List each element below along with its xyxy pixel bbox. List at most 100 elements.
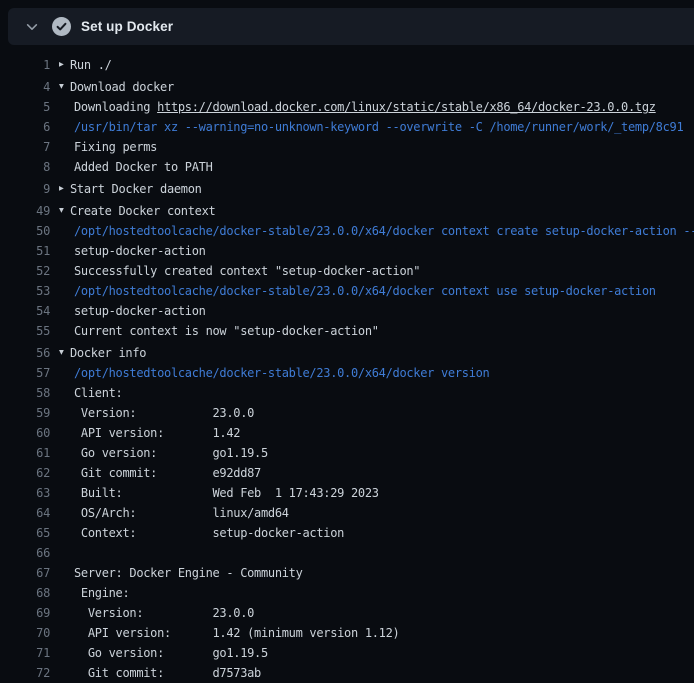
line-number[interactable]: 60 [0, 426, 50, 440]
line-content: setup-docker-action [59, 244, 206, 258]
line-content: Context: setup-docker-action [59, 526, 344, 540]
line-number[interactable]: 66 [0, 546, 50, 560]
line-number[interactable]: 62 [0, 466, 50, 480]
collapse-step-button[interactable] [21, 16, 43, 38]
line-number[interactable]: 55 [0, 324, 50, 338]
line-number[interactable]: 70 [0, 626, 50, 640]
line-number[interactable]: 56 [0, 346, 50, 360]
log-line: 64 OS/Arch: linux/amd64 [0, 503, 694, 523]
line-number[interactable]: 5 [0, 100, 50, 114]
line-number[interactable]: 6 [0, 120, 50, 134]
group-title: Run ./ [70, 58, 112, 72]
line-number[interactable]: 64 [0, 506, 50, 520]
log-text: Go version: go1.19.5 [74, 646, 268, 660]
line-number[interactable]: 72 [0, 666, 50, 680]
line-number[interactable]: 65 [0, 526, 50, 540]
command-text: /opt/hostedtoolcache/docker-stable/23.0.… [74, 224, 694, 238]
log-line: 53/opt/hostedtoolcache/docker-stable/23.… [0, 281, 694, 301]
line-number[interactable]: 53 [0, 284, 50, 298]
log-text: Fixing perms [74, 140, 157, 154]
log-group-row[interactable]: 1 ▶Run ./ [0, 55, 694, 75]
log-line: 55 Current context is now "setup-docker-a… [0, 321, 694, 341]
line-content: API version: 1.42 [59, 426, 240, 440]
line-content: ▶Run ./ [59, 55, 112, 75]
chevron-expanded-icon[interactable]: ▼ [59, 77, 70, 97]
log-group-row[interactable]: 56 ▼Docker info [0, 343, 694, 363]
line-number[interactable]: 67 [0, 566, 50, 580]
log-text: Version: 23.0.0 [74, 606, 254, 620]
log-link[interactable]: https://download.docker.com/linux/static… [157, 100, 656, 114]
line-content: Built: Wed Feb 1 17:43:29 2023 [59, 486, 379, 500]
log-line: 72 Git commit: d7573ab [0, 663, 694, 683]
line-number[interactable]: 1 [0, 58, 50, 72]
log-line: 70 API version: 1.42 (minimum version 1.… [0, 623, 694, 643]
line-content: ▶Start Docker daemon [59, 179, 202, 199]
line-number[interactable]: 7 [0, 140, 50, 154]
log-group-row[interactable]: 49 ▼Create Docker context [0, 201, 694, 221]
log-console: 1▶Run ./4▼Download docker5Downloading ht… [0, 53, 694, 683]
line-number[interactable]: 69 [0, 606, 50, 620]
line-content: Current context is now "setup-docker-act… [59, 324, 379, 338]
line-number[interactable]: 9 [0, 182, 50, 196]
log-text: setup-docker-action [74, 304, 206, 318]
line-number[interactable]: 54 [0, 304, 50, 318]
line-number[interactable]: 4 [0, 80, 50, 94]
chevron-collapsed-icon[interactable]: ▶ [59, 179, 70, 199]
log-line: 57/opt/hostedtoolcache/docker-stable/23.… [0, 363, 694, 383]
log-text: Client: [74, 386, 122, 400]
line-number[interactable]: 71 [0, 646, 50, 660]
log-line: 58 Client: [0, 383, 694, 403]
line-content: ▼Docker info [59, 343, 146, 363]
line-content: ▼Create Docker context [59, 201, 215, 221]
log-text: Context: setup-docker-action [74, 526, 344, 540]
log-text: Git commit: e92dd87 [74, 466, 261, 480]
line-number[interactable]: 59 [0, 406, 50, 420]
log-text: API version: 1.42 (minimum version 1.12) [74, 626, 399, 640]
log-line: 63 Built: Wed Feb 1 17:43:29 2023 [0, 483, 694, 503]
log-text: OS/Arch: linux/amd64 [74, 506, 289, 520]
line-content: /usr/bin/tar xz --warning=no-unknown-key… [59, 120, 683, 134]
step-header[interactable]: Set up Docker [8, 8, 694, 45]
command-text: /usr/bin/tar xz --warning=no-unknown-key… [74, 120, 683, 134]
log-group-row[interactable]: 4 ▼Download docker [0, 77, 694, 97]
line-number[interactable]: 51 [0, 244, 50, 258]
chevron-down-icon [25, 20, 39, 34]
log-text: Successfully created context "setup-dock… [74, 264, 420, 278]
line-number[interactable]: 58 [0, 386, 50, 400]
line-content: Git commit: d7573ab [59, 666, 261, 680]
chevron-expanded-icon[interactable]: ▼ [59, 343, 70, 363]
line-number[interactable]: 63 [0, 486, 50, 500]
chevron-expanded-icon[interactable]: ▼ [59, 201, 70, 221]
line-number[interactable]: 8 [0, 160, 50, 174]
log-text: Server: Docker Engine - Community [74, 566, 303, 580]
line-content: Downloading https://download.docker.com/… [59, 100, 656, 114]
log-text: Added Docker to PATH [74, 160, 213, 174]
line-content: Version: 23.0.0 [59, 606, 254, 620]
log-text: Engine: [74, 586, 129, 600]
line-number[interactable]: 49 [0, 204, 50, 218]
line-content: /opt/hostedtoolcache/docker-stable/23.0.… [59, 224, 694, 238]
log-text: Git commit: d7573ab [74, 666, 261, 680]
line-number[interactable]: 52 [0, 264, 50, 278]
line-content: Go version: go1.19.5 [59, 446, 268, 460]
line-content: /opt/hostedtoolcache/docker-stable/23.0.… [59, 366, 489, 380]
log-group-row[interactable]: 9 ▶Start Docker daemon [0, 179, 694, 199]
line-number[interactable]: 50 [0, 224, 50, 238]
log-line: 62 Git commit: e92dd87 [0, 463, 694, 483]
line-number[interactable]: 68 [0, 586, 50, 600]
log-line: 50/opt/hostedtoolcache/docker-stable/23.… [0, 221, 694, 241]
line-number[interactable]: 57 [0, 366, 50, 380]
line-content: Client: [59, 386, 122, 400]
line-number[interactable]: 61 [0, 446, 50, 460]
line-content: setup-docker-action [59, 304, 206, 318]
log-text: Version: 23.0.0 [74, 406, 254, 420]
line-content: Go version: go1.19.5 [59, 646, 268, 660]
chevron-collapsed-icon[interactable]: ▶ [59, 55, 70, 75]
group-title: Download docker [70, 80, 174, 94]
log-line: 59 Version: 23.0.0 [0, 403, 694, 423]
log-line: 65 Context: setup-docker-action [0, 523, 694, 543]
log-text: Built: Wed Feb 1 17:43:29 2023 [74, 486, 379, 500]
log-line: 61 Go version: go1.19.5 [0, 443, 694, 463]
step-status-icon [52, 17, 71, 36]
log-line: 66 [0, 543, 694, 563]
